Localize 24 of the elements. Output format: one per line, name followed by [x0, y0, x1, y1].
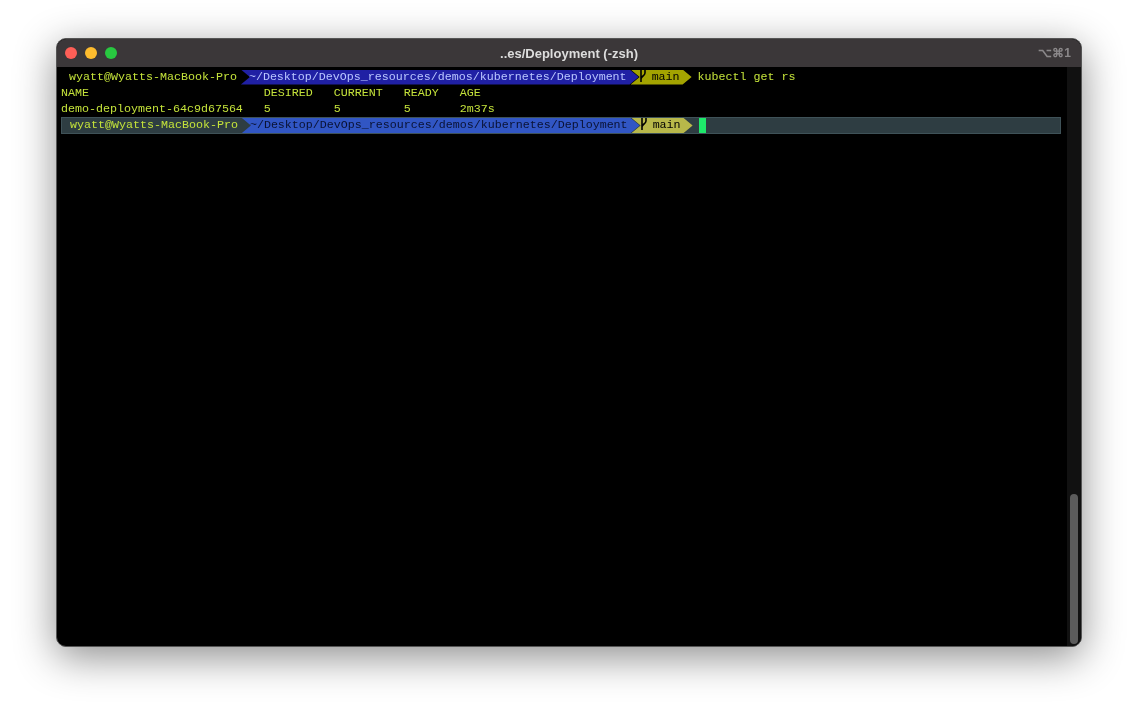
keyboard-shortcut: ⌥⌘1 [1038, 46, 1071, 60]
git-branch-icon [639, 118, 648, 130]
column-header: DESIRED [263, 85, 314, 101]
prompt-path: ~/Desktop/DevOps_resources/demos/kubernetes/Deployment [241, 118, 640, 133]
minimize-icon[interactable] [85, 47, 97, 59]
table-cell-text: 2m37s [459, 101, 496, 117]
prompt-path: ~/Desktop/DevOps_resources/demos/kubernetes/Deployment [240, 69, 639, 85]
maximize-icon[interactable] [105, 47, 117, 59]
table-cell-text: 5 [403, 101, 412, 117]
column-header: READY [403, 85, 440, 101]
column-header: NAME [61, 85, 90, 101]
command-text: kubectl get rs [697, 69, 796, 85]
branch-name: main [652, 118, 681, 132]
text-cursor [698, 118, 706, 133]
window-title: ..es/Deployment (-zsh) [500, 45, 638, 61]
git-branch-icon [638, 69, 647, 82]
column-header: AGE [459, 85, 482, 101]
table-cell-text: 5 [333, 101, 342, 117]
table-cell-text: 5 [263, 101, 272, 117]
scrollbar-thumb[interactable] [1070, 494, 1078, 644]
close-icon[interactable] [65, 47, 77, 59]
table-cell-text: demo-deployment-64c9d67564 [61, 101, 244, 117]
column-header: CURRENT [333, 85, 384, 101]
branch-name: main [651, 69, 680, 84]
